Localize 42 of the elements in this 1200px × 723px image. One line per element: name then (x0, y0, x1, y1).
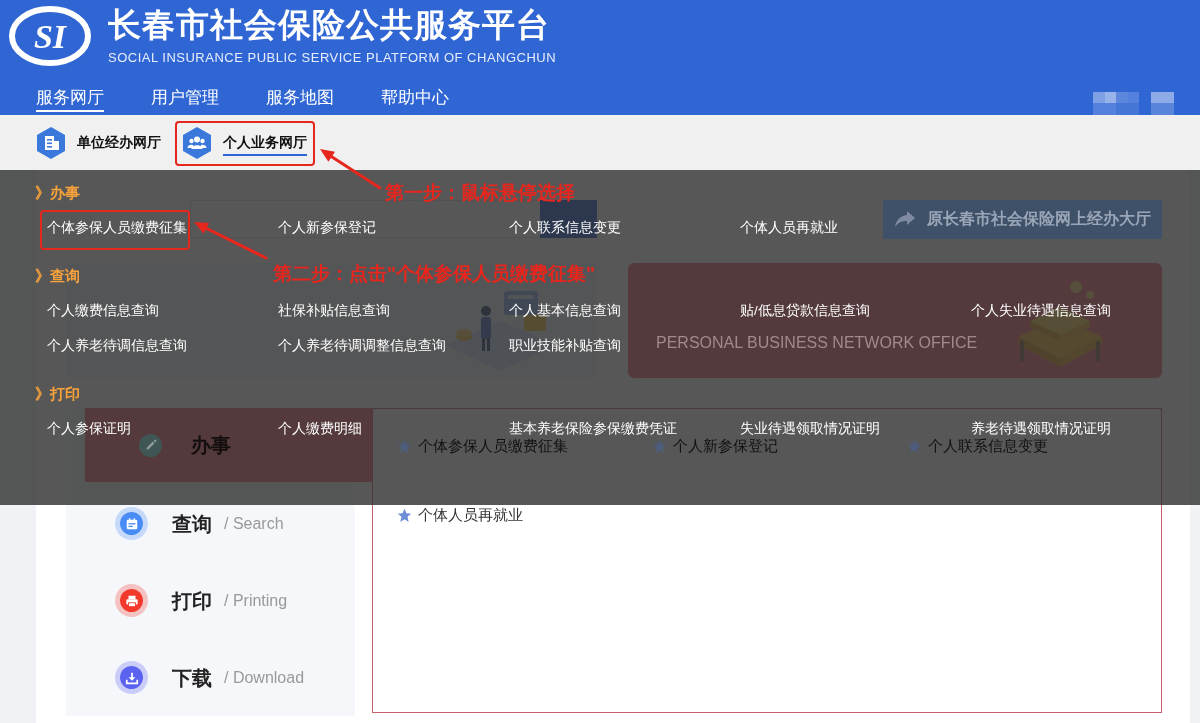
nav-link[interactable]: 帮助中心 (381, 86, 449, 112)
star-icon (652, 438, 667, 454)
menu-section-title: 》查询 (35, 266, 80, 286)
menu-link[interactable]: 职业技能补贴查询 (509, 338, 621, 354)
menu-link[interactable]: 个人缴费明细 (278, 421, 362, 437)
card-subtitle: PERSONAL BUSINESS NETWORK OFFICE (656, 334, 978, 352)
star-icon (397, 507, 412, 523)
menu-link[interactable]: 个人基本信息查询 (509, 303, 621, 319)
menu-link[interactable]: 个体参保人员缴费征集 (47, 220, 187, 236)
menu-link[interactable]: 个人参保证明 (47, 421, 131, 437)
nav-link[interactable]: 用户管理 (151, 86, 219, 112)
annotation-text: 第一步：鼠标悬停选择 (385, 182, 575, 204)
nav-link[interactable]: 服务地图 (266, 86, 334, 112)
menu-link[interactable]: 基本养老保险参保缴费凭证 (509, 421, 677, 437)
building-icon (37, 126, 65, 159)
menu-link[interactable]: 养老待遇领取情况证明 (971, 421, 1111, 437)
menu-link[interactable]: 贴/低息贷款信息查询 (740, 303, 870, 319)
category-tab[interactable]: 下载 / Download (66, 639, 355, 716)
menu-link[interactable]: 个人新参保登记 (278, 220, 376, 236)
category-tab[interactable]: 打印 / Printing (66, 562, 355, 639)
service-link[interactable]: 个体人员再就业 (397, 507, 523, 523)
star-icon (907, 438, 922, 454)
star-icon (397, 438, 412, 454)
menu-link[interactable]: 个人养老待调信息查询 (47, 338, 187, 354)
hall-tab[interactable]: 个人业务网厅 (183, 126, 307, 159)
menu-section-title: 》办事 (35, 183, 80, 203)
logo-emblem: SI (8, 5, 92, 67)
people-icon (183, 126, 211, 159)
nav-link[interactable]: 服务网厅 (36, 86, 104, 112)
menu-link[interactable]: 个人缴费信息查询 (47, 303, 159, 319)
menu-link[interactable]: 个人养老待调调整信息查询 (278, 338, 446, 354)
hall-tab[interactable]: 单位经办网厅 (37, 126, 161, 159)
menu-link[interactable]: 个体人员再就业 (740, 220, 838, 236)
menu-link[interactable]: 个人联系信息变更 (509, 220, 621, 236)
menu-link[interactable]: 个人失业待遇信息查询 (971, 303, 1111, 319)
menu-link[interactable]: 社保补贴信息查询 (278, 303, 390, 319)
annotation-text: 第二步：点击"个体参保人员缴费征集" (273, 263, 596, 285)
menu-link[interactable]: 失业待遇领取情况证明 (740, 421, 880, 437)
site-title: 长春市社会保险公共服务平台 (108, 7, 551, 43)
site-subtitle: SOCIAL INSURANCE PUBLIC SERVICE PLATFORM OF CHANGCHUN (108, 50, 557, 65)
share-arrow-icon (895, 211, 915, 227)
menu-section-title: 》打印 (35, 384, 80, 404)
